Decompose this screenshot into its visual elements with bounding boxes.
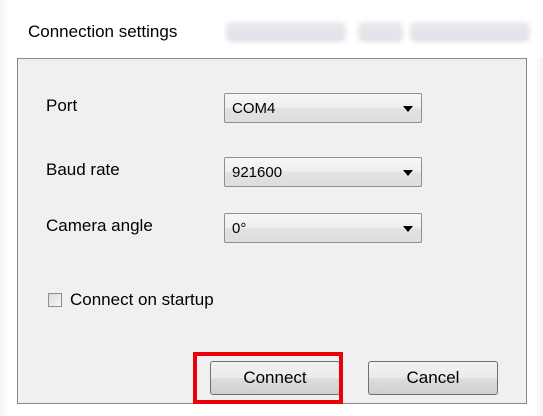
window-frame-right: [535, 0, 543, 416]
port-select[interactable]: COM4: [224, 93, 422, 123]
port-select-value: COM4: [232, 100, 276, 117]
title-bar[interactable]: Connection settings: [8, 0, 543, 58]
settings-panel: Port COM4 Baud rate 921600 Camera angle …: [17, 58, 527, 404]
baud-rate-label: Baud rate: [46, 160, 120, 179]
baud-rate-select-value: 921600: [232, 164, 283, 181]
connect-button[interactable]: Connect: [210, 361, 340, 395]
blurred-background-text: [410, 22, 530, 42]
connection-settings-dialog: Connection settings Port COM4 Baud rate …: [0, 0, 543, 416]
connect-on-startup-label[interactable]: Connect on startup: [70, 290, 214, 310]
chevron-down-icon: [403, 226, 413, 232]
camera-angle-select[interactable]: 0°: [224, 213, 422, 243]
dialog-title: Connection settings: [28, 22, 178, 41]
blurred-background-text: [358, 22, 403, 42]
chevron-down-icon: [403, 170, 413, 176]
port-label: Port: [46, 96, 78, 115]
baud-rate-select[interactable]: 921600: [224, 157, 422, 187]
blurred-background-text: [226, 22, 346, 42]
camera-angle-select-value: 0°: [232, 220, 247, 237]
camera-angle-label: Camera angle: [46, 216, 153, 235]
cancel-button[interactable]: Cancel: [368, 361, 498, 395]
window-frame-left: [0, 0, 8, 416]
chevron-down-icon: [403, 106, 413, 112]
connect-on-startup-checkbox[interactable]: [48, 293, 62, 307]
